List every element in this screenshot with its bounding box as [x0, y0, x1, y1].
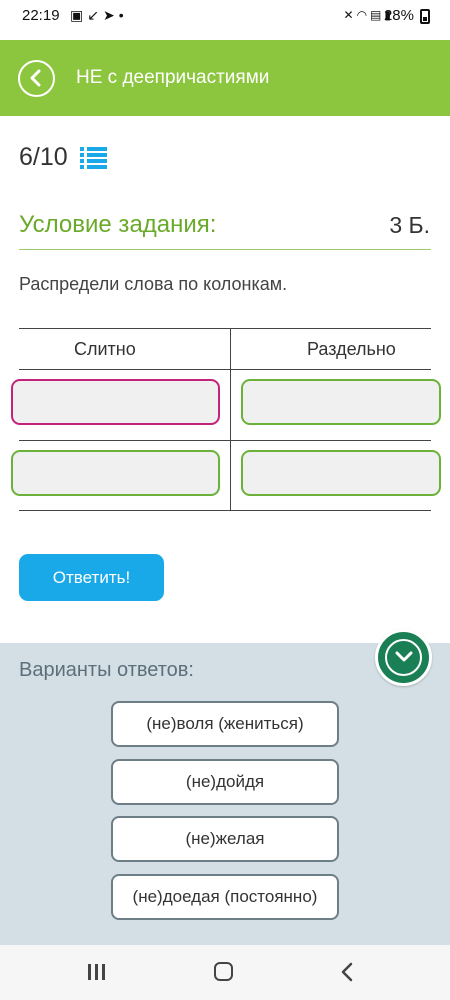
condition-title: Условие задания:	[19, 211, 217, 238]
missed-call-icon: ↙	[87, 7, 103, 23]
answer-table: Слитно Раздельно	[11, 328, 441, 511]
wifi-icon: ◠	[356, 8, 371, 22]
drop-zone-together-1[interactable]	[11, 379, 220, 425]
battery-icon	[420, 9, 430, 24]
answer-chip[interactable]: (не)воля (жениться)	[111, 701, 339, 747]
battery-text: 28%	[383, 7, 414, 24]
column-header-separate: Раздельно	[307, 339, 396, 359]
table-border-top	[19, 328, 431, 329]
table-border-bottom	[19, 510, 431, 511]
chevron-down-icon	[395, 651, 413, 662]
task-text: Распредели слова по колонкам.	[19, 274, 288, 294]
condition-points: 3 Б.	[389, 212, 430, 238]
app-header: НЕ с деепричастиями	[0, 40, 450, 116]
system-nav-bar	[0, 945, 450, 1000]
answer-button[interactable]: Ответить!	[19, 554, 164, 601]
back-icon[interactable]	[340, 962, 354, 982]
notification-icons: ▣↙➤•	[70, 7, 128, 24]
status-time: 22:19	[22, 7, 60, 24]
status-bar: 22:19 ▣↙➤• ✕◠▤▮ 28%	[0, 0, 450, 32]
drop-zone-together-2[interactable]	[11, 450, 220, 496]
drop-zone-separate-2[interactable]	[241, 450, 441, 496]
page-title: НЕ с деепричастиями	[76, 67, 270, 88]
arrow-left-icon	[30, 69, 41, 87]
collapse-variants-button[interactable]	[375, 629, 432, 686]
variants-title: Варианты ответов:	[19, 659, 194, 681]
table-column-divider	[230, 328, 231, 511]
telegram-icon: ➤	[102, 7, 119, 23]
drop-zone-separate-1[interactable]	[241, 379, 441, 425]
progress-counter: 6/10	[19, 143, 68, 171]
answer-chip[interactable]: (не)желая	[111, 816, 339, 862]
back-button[interactable]	[18, 60, 55, 97]
answer-chip[interactable]: (не)дойдя	[111, 759, 339, 805]
volte-icon: ▤	[370, 8, 385, 22]
list-icon[interactable]	[80, 146, 107, 170]
recent-apps-icon[interactable]	[88, 964, 106, 980]
divider	[19, 249, 431, 250]
dot-icon: •	[118, 7, 128, 23]
column-header-together: Слитно	[74, 339, 136, 359]
answer-chip[interactable]: (не)доедая (постоянно)	[111, 874, 339, 920]
gallery-icon: ▣	[70, 7, 88, 23]
collapse-ring	[385, 639, 422, 676]
table-row-divider	[19, 440, 431, 441]
table-header-divider	[19, 369, 431, 370]
home-icon[interactable]	[214, 962, 233, 981]
mute-icon: ✕	[343, 8, 357, 22]
